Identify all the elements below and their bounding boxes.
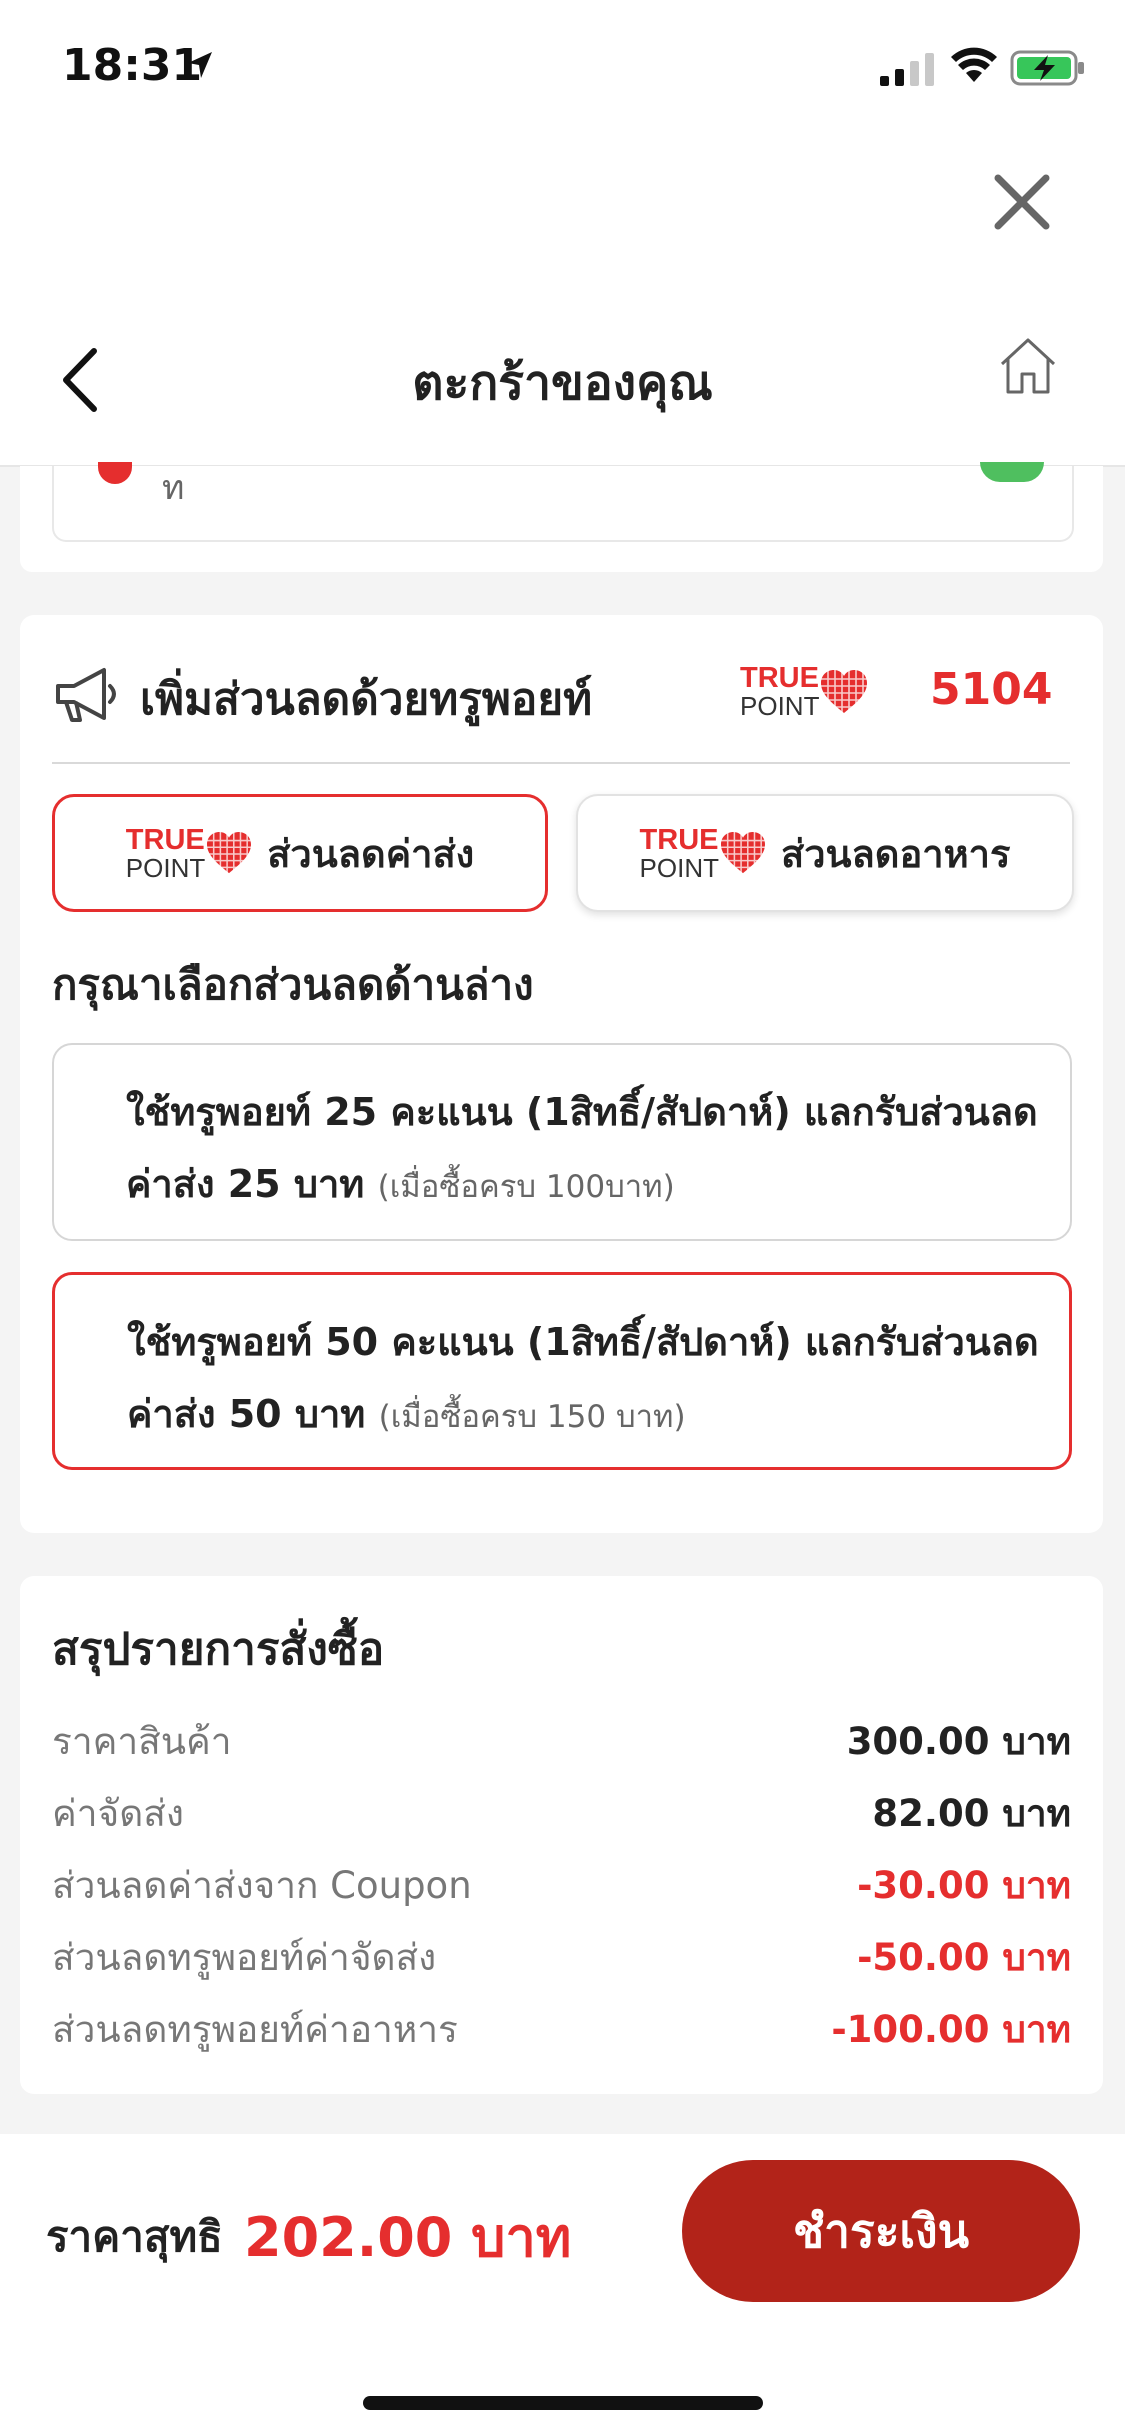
heart-dots-icon	[721, 831, 765, 875]
summary-value-subtotal: 300.00 บาท	[846, 1720, 1071, 1763]
megaphone-icon	[56, 668, 116, 722]
signal-icon	[880, 53, 934, 86]
summary-label-coupon-discount: ส่วนลดค่าส่งจาก Coupon	[52, 1864, 472, 1907]
heart-dots-icon	[207, 831, 252, 875]
option-discount-line: ค่าส่ง 25 บาท (เมื่อซื้อครบ 100บาท)	[126, 1153, 675, 1214]
logo-point-text: POINT	[125, 852, 206, 883]
modal-top-bar	[0, 140, 1125, 310]
remnant-text: ท	[162, 468, 185, 508]
restaurant-info-box	[52, 466, 1074, 542]
logo-true-text: TRUE	[125, 823, 205, 856]
logo-true-text: TRUE	[639, 823, 719, 856]
page-title: ตะกร้าของคุณ	[412, 355, 713, 411]
heart-dots-icon	[821, 668, 868, 715]
summary-label-truepoint-food: ส่วนลดทรูพอยท์ค่าอาหาร	[52, 2008, 458, 2051]
option-condition: (เมื่อซื้อครบ 150 บาท)	[378, 1399, 686, 1435]
discount-option-50[interactable]: ใช้ทรูพอยท์ 50 คะแนน (1สิทธิ์/สัปดาห์) แ…	[52, 1272, 1072, 1470]
points-balance: 5104	[930, 664, 1053, 715]
close-icon[interactable]	[990, 170, 1054, 234]
logo-true-text: TRUE	[740, 662, 819, 694]
location-arrow-icon	[188, 52, 212, 78]
option-description: ใช้ทรูพอยท์ 50 คะแนน (1สิทธิ์/สัปดาห์) แ…	[127, 1320, 1039, 1364]
home-icon[interactable]	[996, 334, 1060, 398]
order-summary-title: สรุปรายการสั่งซื้อ	[52, 1624, 385, 1675]
summary-value-coupon-discount: -30.00 บาท	[857, 1864, 1071, 1907]
summary-label-truepoint-delivery: ส่วนลดทรูพอยท์ค่าจัดส่ง	[52, 1936, 437, 1979]
option-condition: (เมื่อซื้อครบ 100บาท)	[377, 1169, 675, 1205]
option-description: ใช้ทรูพอยท์ 25 คะแนน (1สิทธิ์/สัปดาห์) แ…	[126, 1090, 1038, 1134]
summary-value-truepoint-delivery: -50.00 บาท	[857, 1936, 1071, 1979]
truepoint-logo: TRUE POINT	[740, 664, 869, 719]
status-indicator-icon	[980, 462, 1044, 482]
option-discount-line: ค่าส่ง 50 บาท (เมื่อซื้อครบ 150 บาท)	[127, 1383, 686, 1444]
option-discount-amount: ค่าส่ง 50 บาท	[127, 1392, 366, 1436]
logo-point-text: POINT	[740, 691, 820, 721]
status-time: 18:31	[62, 40, 203, 91]
option-discount-amount: ค่าส่ง 25 บาท	[126, 1162, 365, 1206]
select-discount-prompt: กรุณาเลือกส่วนลดด้านล่าง	[52, 960, 534, 1009]
discount-option-25[interactable]: ใช้ทรูพอยท์ 25 คะแนน (1สิทธิ์/สัปดาห์) แ…	[52, 1043, 1072, 1241]
tab-food-discount[interactable]: TRUE POINT ส่วนลดอาหาร	[576, 794, 1074, 912]
tab-label: ส่วนลดอาหาร	[781, 831, 1011, 876]
summary-value-delivery-fee: 82.00 บาท	[872, 1792, 1071, 1835]
summary-value-truepoint-food: -100.00 บาท	[831, 2008, 1071, 2051]
home-indicator	[363, 2396, 763, 2410]
divider	[52, 762, 1070, 764]
pay-button[interactable]: ชำระเงิน	[682, 2160, 1080, 2302]
net-price-label: ราคาสุทธิ	[46, 2212, 223, 2261]
tab-delivery-discount[interactable]: TRUE POINT ส่วนลดค่าส่ง	[52, 794, 548, 912]
points-section-title: เพิ่มส่วนลดด้วยทรูพอยท์	[140, 674, 593, 725]
summary-label-subtotal: ราคาสินค้า	[52, 1720, 232, 1763]
net-price-value: 202.00 บาท	[244, 2206, 572, 2269]
wifi-icon	[951, 47, 997, 82]
battery-charging-icon	[1010, 50, 1084, 86]
pay-button-label: ชำระเงิน	[792, 2203, 970, 2258]
tab-label: ส่วนลดค่าส่ง	[267, 831, 475, 876]
summary-label-delivery-fee: ค่าจัดส่ง	[52, 1792, 184, 1835]
logo-point-text: POINT	[639, 852, 719, 883]
